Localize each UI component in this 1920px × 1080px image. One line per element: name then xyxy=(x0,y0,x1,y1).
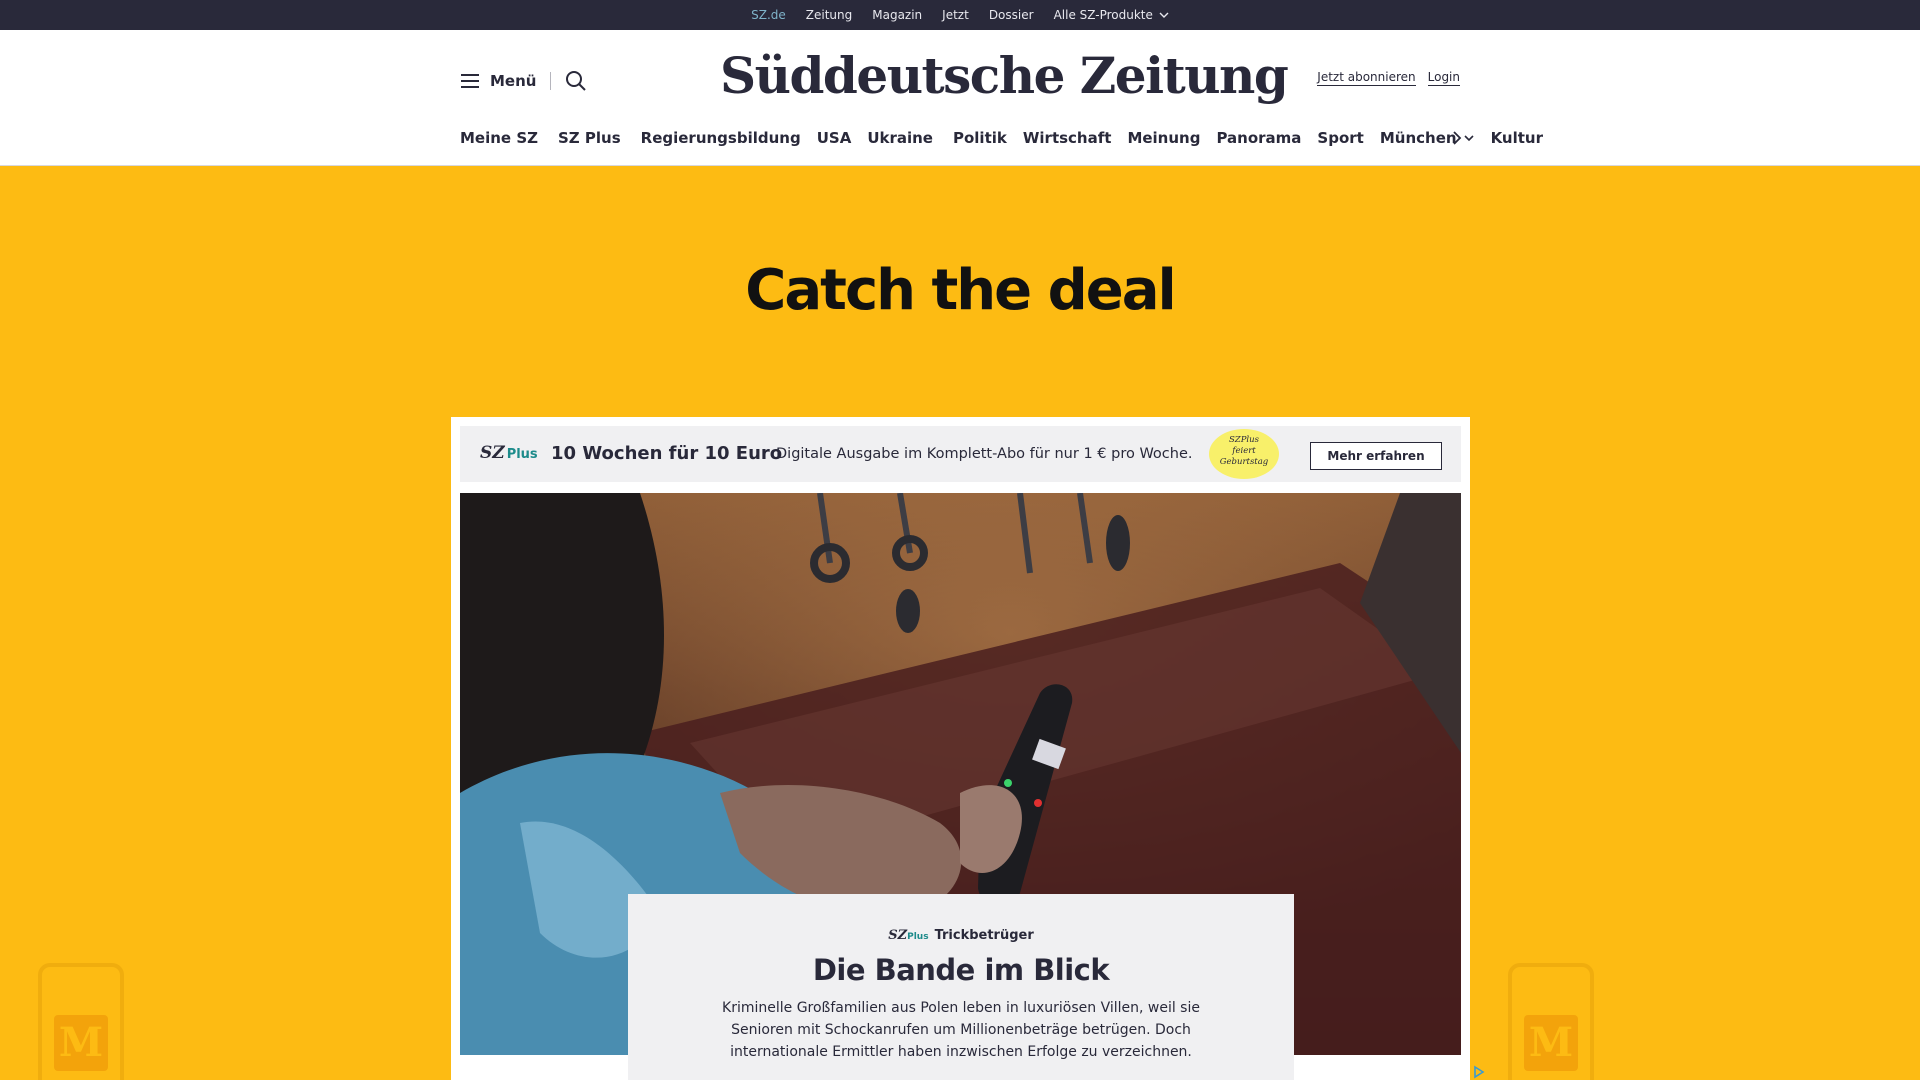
chevron-down-icon xyxy=(1463,135,1474,142)
ad-logo-icon: M xyxy=(1524,1015,1578,1071)
subscribe-link[interactable]: Jetzt abonnieren xyxy=(1317,70,1416,86)
top-bar: SZ.de Zeitung Magazin Jetzt Dossier Alle… xyxy=(0,0,1920,30)
topbar-products-dropdown[interactable]: Alle SZ-Produkte xyxy=(1054,0,1169,30)
topbar-link-szde[interactable]: SZ.de xyxy=(751,0,786,30)
search-icon[interactable] xyxy=(565,70,587,92)
ad-logo-icon: M xyxy=(54,1015,108,1071)
topbar-products-label: Alle SZ-Produkte xyxy=(1053,8,1153,22)
article-teaser[interactable]: SZPlus Trickbetrüger Die Bande im Blick K… xyxy=(628,894,1294,1080)
mehr-erfahren-button[interactable]: Mehr erfahren xyxy=(1310,442,1442,470)
hamburger-menu-icon[interactable] xyxy=(460,73,480,89)
menu-button-label[interactable]: Menü xyxy=(490,72,536,90)
article-kicker: SZPlus Trickbetrüger xyxy=(888,928,1034,943)
sz-plus-logo: SZ Plus xyxy=(480,443,538,463)
topbar-link-dossier[interactable]: Dossier xyxy=(989,0,1034,30)
main-nav: Meine SZ SZ Plus Regierungsbildung USA U… xyxy=(460,129,1543,147)
ad-headline[interactable]: Catch the deal xyxy=(0,258,1920,323)
nav-item-sz-plus[interactable]: SZ Plus xyxy=(558,129,621,147)
nav-item-panorama[interactable]: Panorama xyxy=(1216,129,1301,147)
article-title[interactable]: Die Bande im Blick xyxy=(628,953,1294,987)
nav-item-sport[interactable]: Sport xyxy=(1317,129,1363,147)
menu-divider xyxy=(550,72,552,90)
ad-phone-right[interactable]: M xyxy=(1508,963,1594,1080)
sz-logo[interactable]: Süddeutsche Zeitung xyxy=(720,46,1289,105)
login-link[interactable]: Login xyxy=(1427,70,1460,86)
nav-item-kultur[interactable]: Kultur xyxy=(1491,129,1543,147)
adchoices-icon[interactable] xyxy=(1472,1065,1486,1079)
topbar-link-magazin[interactable]: Magazin xyxy=(872,0,922,30)
nav-item-ukraine[interactable]: Ukraine xyxy=(867,129,933,147)
article-summary: Kriminelle Großfamilien aus Polen leben … xyxy=(722,1000,1200,1060)
topbar-link-jetzt[interactable]: Jetzt xyxy=(942,0,969,30)
chevron-down-icon xyxy=(1159,12,1169,18)
chevron-right-icon[interactable] xyxy=(1450,129,1464,147)
nav-item-meinung[interactable]: Meinung xyxy=(1127,129,1200,147)
nav-item-regierungsbildung[interactable]: Regierungsbildung xyxy=(641,129,801,147)
birthday-badge: SZPlus feiert Geburtstag xyxy=(1209,429,1279,479)
nav-item-wirtschaft[interactable]: Wirtschaft xyxy=(1023,129,1112,147)
nav-item-muenchen-label: München xyxy=(1379,129,1457,147)
content-card: SZ Plus 10 Wochen für 10 Euro Digitale Au… xyxy=(451,417,1470,1080)
nav-item-usa[interactable]: USA xyxy=(817,129,852,147)
menu-area: Menü xyxy=(460,70,587,92)
ad-phone-left[interactable]: M xyxy=(38,963,124,1080)
promo-description: Digitale Ausgabe im Komplett-Abo für nur… xyxy=(776,446,1193,462)
sz-plus-promo-banner[interactable]: SZ Plus 10 Wochen für 10 Euro Digitale Au… xyxy=(460,426,1461,482)
nav-item-politik[interactable]: Politik xyxy=(953,129,1007,147)
nav-item-meine-sz[interactable]: Meine SZ xyxy=(460,129,538,147)
site-header: Menü Süddeutsche Zeitung Jetzt abonniere… xyxy=(0,30,1920,166)
topbar-link-zeitung[interactable]: Zeitung xyxy=(806,0,852,30)
promo-title: 10 Wochen für 10 Euro xyxy=(551,443,783,464)
account-links: Jetzt abonnieren Login xyxy=(1317,70,1460,86)
